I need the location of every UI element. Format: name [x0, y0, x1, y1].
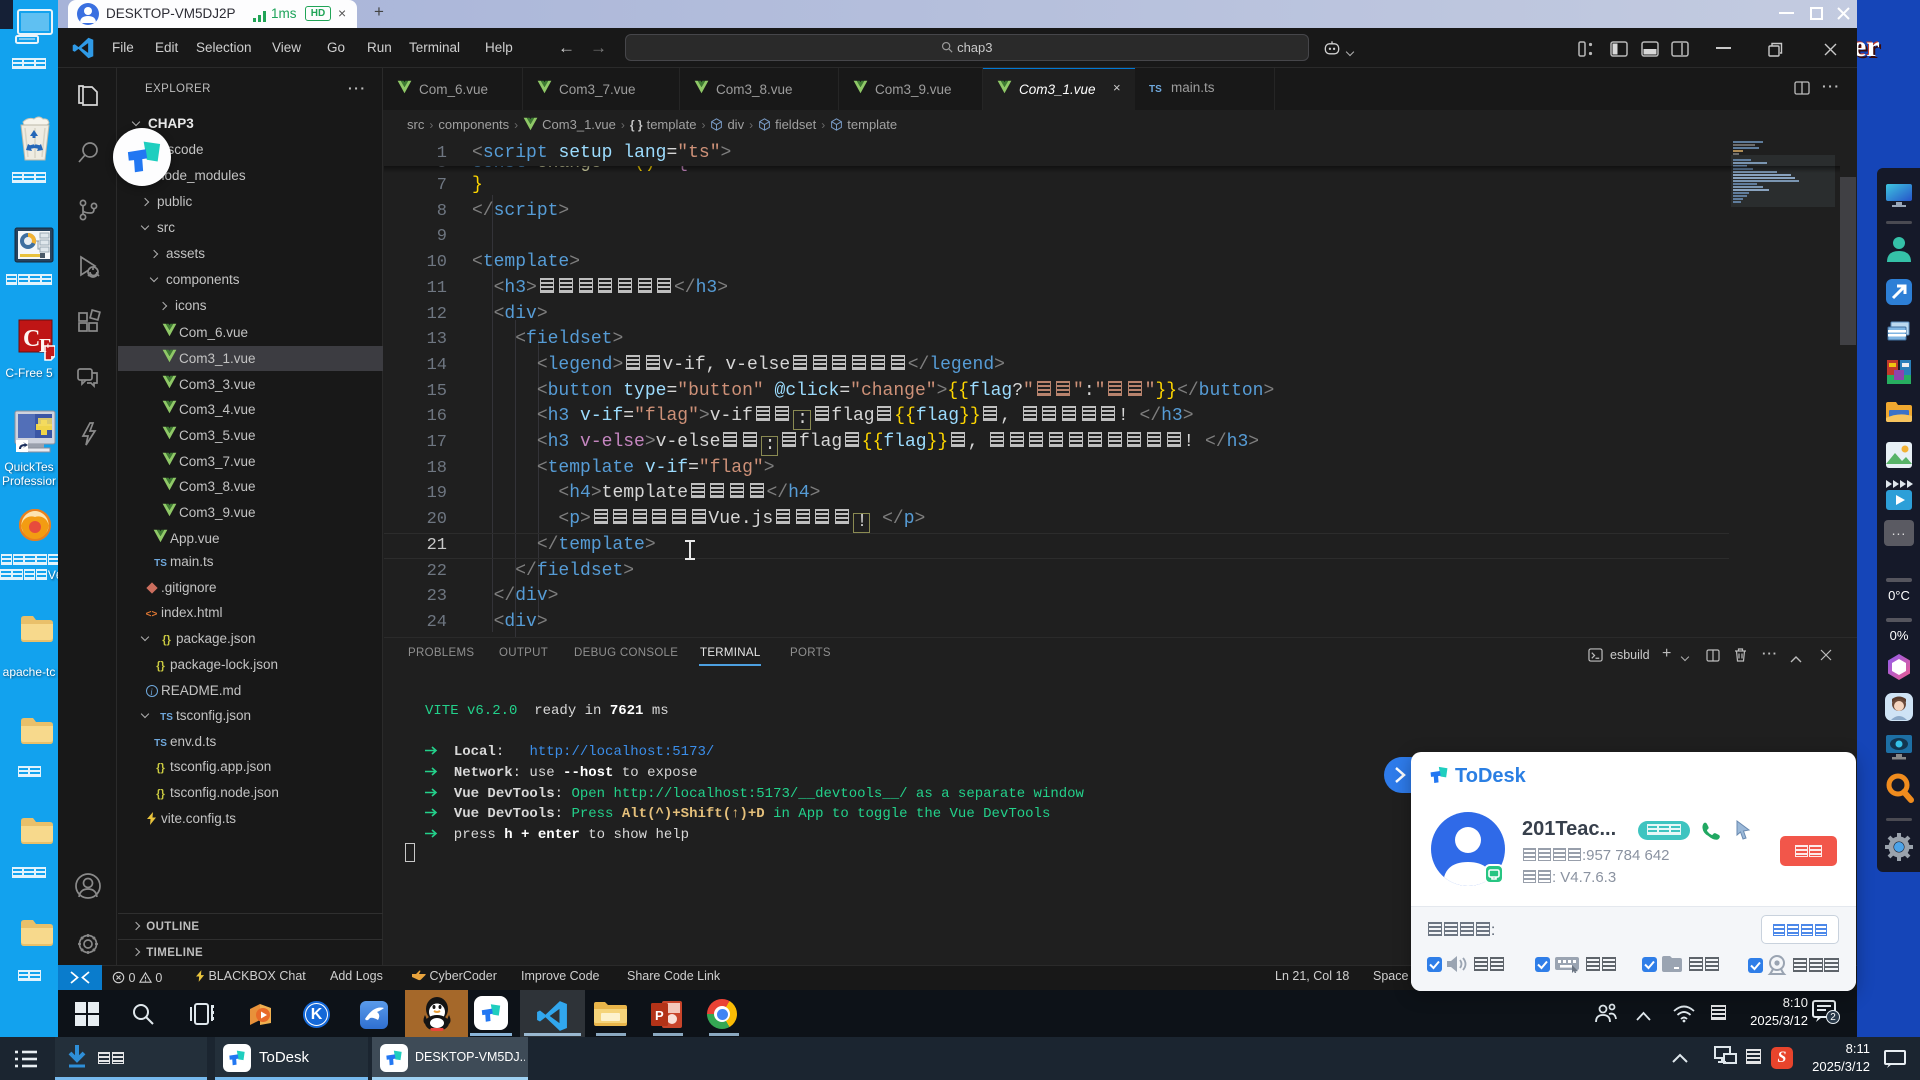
svg-text:F: F: [39, 335, 51, 357]
svg-text:C: C: [23, 326, 40, 352]
svg-text:P: P: [655, 1008, 664, 1023]
